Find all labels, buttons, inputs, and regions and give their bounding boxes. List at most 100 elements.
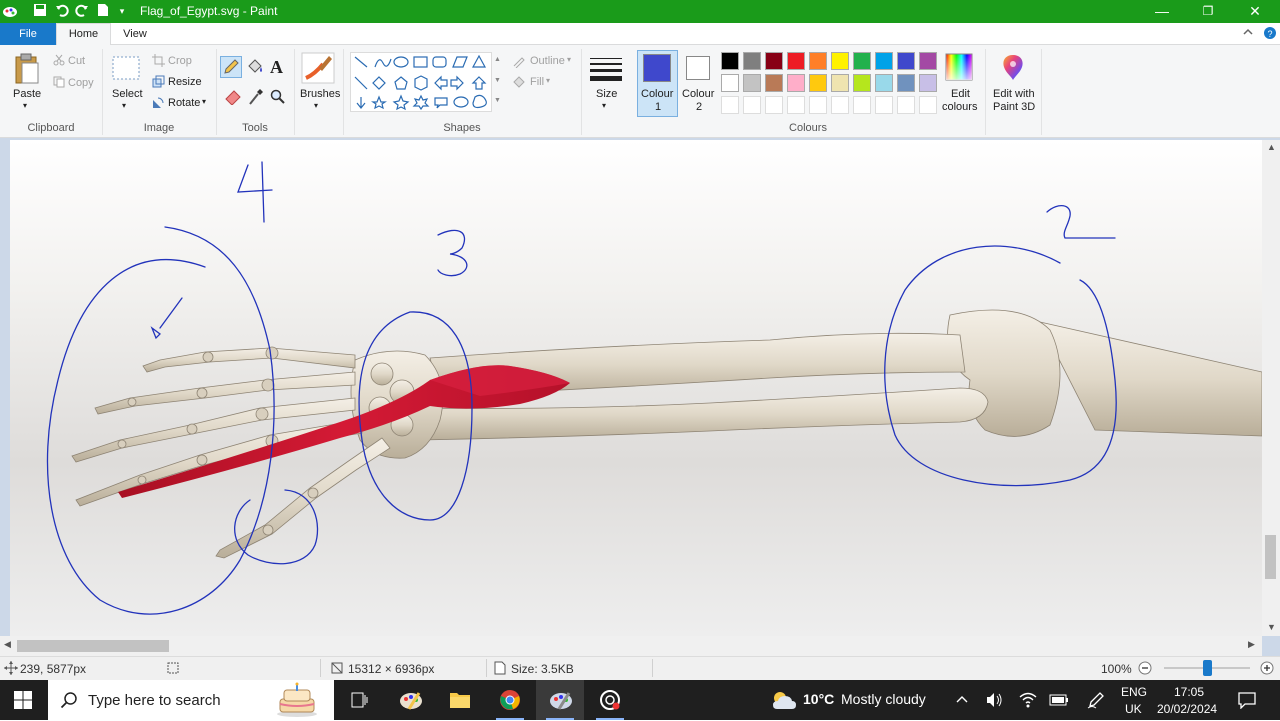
cut-button[interactable]: Cut [68,55,85,67]
text-tool-icon[interactable]: A [270,57,283,78]
redo-icon[interactable] [74,3,90,19]
paint-app-icon[interactable] [2,3,18,19]
vertical-scroll-thumb[interactable] [1265,535,1276,579]
palette-swatch[interactable] [721,74,739,92]
edit-colours-label[interactable]: Edit [951,88,970,100]
language-indicator[interactable]: ENG [1121,685,1147,699]
zoom-slider[interactable] [1164,660,1250,676]
clock-time[interactable]: 17:05 [1174,685,1204,699]
select-button[interactable]: Select [112,88,143,100]
keyboard-layout[interactable]: UK [1125,702,1142,716]
pencil-tool-icon[interactable] [220,56,242,78]
palette-swatch[interactable] [897,74,915,92]
taskbar-paint-app[interactable] [386,680,434,720]
taskbar-paint-active[interactable] [536,680,584,720]
outline-icon[interactable] [512,54,526,71]
task-view-button[interactable] [336,680,384,720]
select-icon[interactable] [112,56,140,83]
scroll-up-icon[interactable]: ▲ [1267,142,1276,152]
shapes-gallery[interactable] [350,52,492,112]
palette-swatch[interactable] [919,74,937,92]
palette-swatch[interactable] [765,96,783,114]
new-file-icon[interactable] [95,3,111,19]
wifi-icon[interactable] [1019,692,1037,711]
save-icon[interactable] [32,3,48,19]
resize-icon[interactable] [152,75,165,91]
shapes-scroll-up-icon[interactable]: ▲ [494,56,501,63]
colour2-swatch[interactable] [686,56,710,80]
paste-dropdown-icon[interactable]: ▾ [23,101,27,110]
close-button[interactable]: ✕ [1232,0,1278,23]
palette-swatch[interactable] [765,52,783,70]
zoom-slider-thumb[interactable] [1203,660,1212,676]
taskbar-screen-recorder[interactable] [586,680,634,720]
minimize-button[interactable]: — [1139,0,1185,23]
fill-dropdown-icon[interactable]: ▾ [546,76,550,85]
fill-icon[interactable] [512,75,526,92]
paint3d-label-2[interactable]: Paint 3D [993,101,1035,113]
fill-bucket-icon[interactable] [246,58,264,79]
paint3d-label[interactable]: Edit with [993,88,1035,100]
palette-swatch[interactable] [875,52,893,70]
undo-icon[interactable] [54,3,70,19]
rotate-icon[interactable] [152,96,165,112]
palette-swatch[interactable] [787,74,805,92]
zoom-out-button[interactable] [1138,661,1152,678]
colour1-swatch[interactable] [643,54,671,82]
cut-icon[interactable] [53,54,65,69]
palette-swatch[interactable] [721,96,739,114]
pen-workspace-icon[interactable] [1087,691,1105,712]
palette-swatch[interactable] [853,96,871,114]
start-button-icon[interactable] [14,691,32,712]
brushes-button[interactable]: Brushes [300,88,340,100]
palette-swatch[interactable] [875,74,893,92]
volume-icon[interactable] [985,692,1003,711]
copy-icon[interactable] [53,76,65,91]
clock-date[interactable]: 20/02/2024 [1157,702,1217,716]
help-icon[interactable]: ? [1262,26,1278,42]
palette-swatch[interactable] [787,96,805,114]
palette-swatch[interactable] [743,74,761,92]
palette-swatch[interactable] [809,74,827,92]
tab-home[interactable]: Home [56,23,111,46]
select-dropdown-icon[interactable]: ▾ [122,101,126,110]
collapse-ribbon-icon[interactable] [1240,26,1256,42]
palette-swatch[interactable] [721,52,739,70]
palette-swatch[interactable] [853,52,871,70]
taskbar-chrome[interactable] [486,680,534,720]
battery-icon[interactable] [1049,693,1069,710]
fill-button[interactable]: Fill [530,76,544,88]
restore-button[interactable]: ❐ [1185,0,1231,23]
palette-swatch[interactable] [831,96,849,114]
vertical-scrollbar[interactable]: ▲ ▼ [1262,140,1280,636]
scroll-left-icon[interactable]: ◀ [4,639,11,650]
brushes-dropdown-icon[interactable]: ▾ [314,101,318,110]
palette-swatch[interactable] [743,52,761,70]
resize-button[interactable]: Resize [168,76,202,88]
palette-swatch[interactable] [831,74,849,92]
weather-condition[interactable]: Mostly cloudy [841,691,926,707]
palette-swatch[interactable] [787,52,805,70]
scroll-right-icon[interactable]: ▶ [1248,639,1255,650]
crop-button[interactable]: Crop [168,55,192,67]
palette-swatch[interactable] [809,96,827,114]
rotate-dropdown-icon[interactable]: ▾ [202,97,206,106]
palette-swatch[interactable] [853,74,871,92]
drawing-canvas[interactable] [10,140,1262,636]
paint3d-icon[interactable] [1000,53,1026,84]
size-button[interactable]: Size [596,88,617,100]
weather-temperature[interactable]: 10°C [803,691,834,707]
tab-view[interactable]: View [112,23,158,45]
palette-swatch[interactable] [919,52,937,70]
notifications-icon[interactable] [1238,691,1256,712]
horizontal-scrollbar[interactable]: ◀ ▶ [0,636,1262,656]
shapes-expand-icon[interactable]: ▼ [494,97,501,104]
scroll-down-icon[interactable]: ▼ [1267,622,1276,632]
copy-button[interactable]: Copy [68,77,94,89]
size-dropdown-icon[interactable]: ▾ [602,101,606,110]
paste-icon[interactable] [14,53,40,88]
taskbar-file-explorer[interactable] [436,680,484,720]
palette-swatch[interactable] [875,96,893,114]
shapes-scroll-down-icon[interactable]: ▼ [494,77,501,84]
show-hidden-icons-icon[interactable] [955,693,969,708]
